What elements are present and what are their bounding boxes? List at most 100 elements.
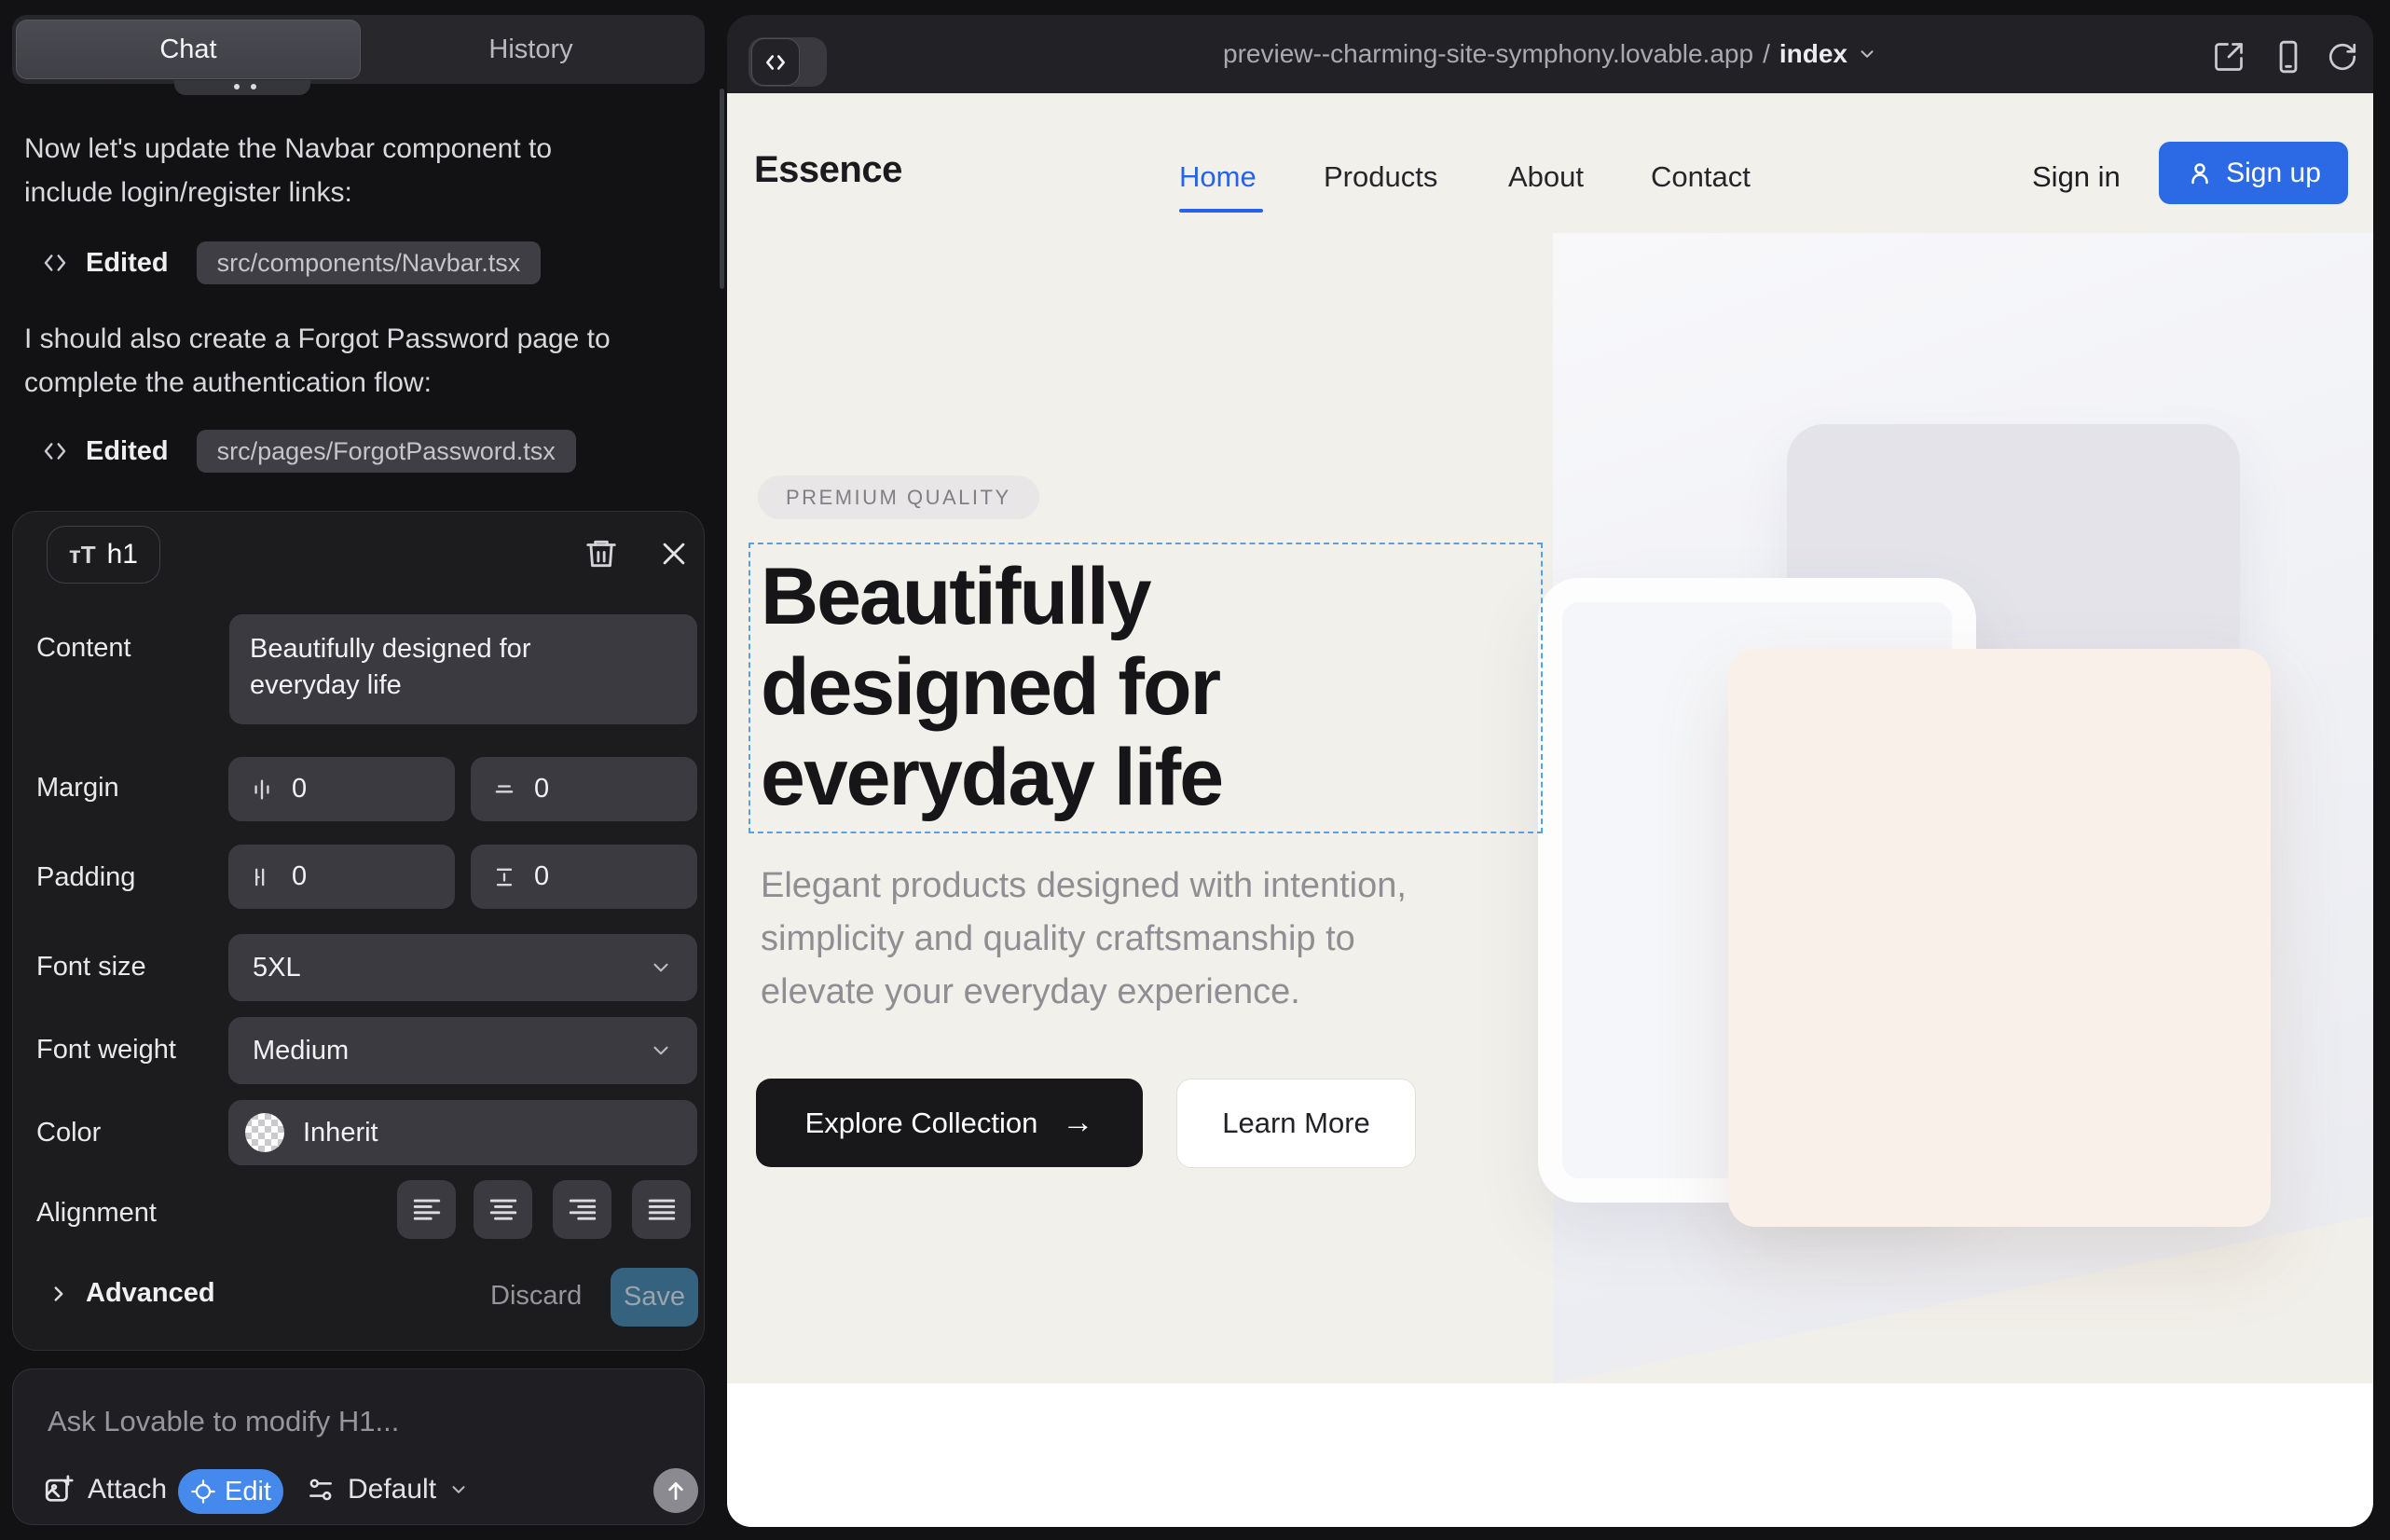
hero-paragraph-line: simplicity and quality craftsmanship to xyxy=(761,913,1407,966)
edited-file-row: Edited src/pages/ForgotPassword.tsx xyxy=(41,429,576,474)
site-viewport: Essence Home Products About Contact Sign… xyxy=(727,93,2373,1527)
chevron-down-icon xyxy=(649,1038,673,1063)
code-preview-toggle[interactable] xyxy=(749,37,827,87)
external-link-icon xyxy=(2212,40,2246,74)
font-weight-value: Medium xyxy=(253,1036,349,1066)
attach-button[interactable]: Attach xyxy=(43,1474,167,1506)
sliders-icon xyxy=(306,1475,336,1505)
site-logo[interactable]: Essence xyxy=(754,149,902,191)
align-right-button[interactable] xyxy=(553,1180,611,1239)
content-line: Beautifully designed for xyxy=(250,631,677,667)
scrolled-chip-partial xyxy=(174,80,310,95)
margin-y-value: 0 xyxy=(534,774,549,804)
tab-chat-label: Chat xyxy=(159,34,216,65)
section-below-hero xyxy=(727,1383,2373,1527)
tab-history-label: History xyxy=(488,34,572,65)
hero-paragraph-line: Elegant products designed with intention… xyxy=(761,859,1407,913)
code-icon xyxy=(41,249,69,277)
color-input[interactable]: Inherit xyxy=(228,1100,697,1165)
delete-element-button[interactable] xyxy=(584,536,619,571)
chevron-down-icon xyxy=(649,956,673,980)
margin-x-value: 0 xyxy=(292,774,307,804)
align-left-icon xyxy=(411,1194,443,1226)
selected-element-pill[interactable]: тT h1 xyxy=(47,526,160,584)
advanced-label: Advanced xyxy=(86,1278,215,1309)
attach-label: Attach xyxy=(88,1474,167,1506)
color-label: Color xyxy=(36,1118,101,1148)
attach-image-icon xyxy=(43,1474,75,1506)
element-editor-panel: тT h1 Content Beautifully designed for e… xyxy=(12,511,705,1351)
discard-button[interactable]: Discard xyxy=(490,1281,582,1312)
tab-chat[interactable]: Chat xyxy=(16,20,361,79)
padding-y-input[interactable]: 0 xyxy=(471,845,697,909)
margin-x-input[interactable]: 0 xyxy=(228,757,455,821)
open-in-new-tab-button[interactable] xyxy=(2212,40,2246,74)
message-line: complete the authentication flow: xyxy=(24,361,611,405)
padding-x-value: 0 xyxy=(292,861,307,892)
tab-history[interactable]: History xyxy=(361,15,701,84)
content-line: everyday life xyxy=(250,667,677,704)
content-label: Content xyxy=(36,633,131,664)
save-button[interactable]: Save xyxy=(611,1268,698,1327)
transparent-swatch-icon xyxy=(245,1113,284,1152)
url-domain[interactable]: preview--charming-site-symphony.lovable.… xyxy=(1223,39,1753,69)
nav-home-active-underline xyxy=(1179,209,1263,213)
refresh-button[interactable] xyxy=(2327,41,2358,73)
file-chip[interactable]: src/components/Navbar.tsx xyxy=(197,241,542,284)
learn-more-button[interactable]: Learn More xyxy=(1176,1079,1416,1168)
align-left-button[interactable] xyxy=(397,1180,456,1239)
prompt-composer[interactable]: Ask Lovable to modify H1... Attach Edit … xyxy=(12,1368,705,1525)
decor-card-cream xyxy=(1728,649,2271,1227)
ellipsis-dot xyxy=(234,84,240,89)
code-toggle-segment[interactable] xyxy=(751,38,800,86)
color-value: Inherit xyxy=(303,1118,378,1148)
nav-link-contact[interactable]: Contact xyxy=(1651,160,1751,194)
align-right-icon xyxy=(567,1194,598,1226)
padding-label: Padding xyxy=(36,862,135,893)
arrow-up-icon xyxy=(664,1478,688,1503)
assistant-message: Now let's update the Navbar component to… xyxy=(24,127,552,214)
type-icon: тT xyxy=(69,541,96,570)
font-weight-label: Font weight xyxy=(36,1035,176,1066)
font-size-value: 5XL xyxy=(253,953,301,983)
nav-link-about[interactable]: About xyxy=(1508,160,1584,194)
close-editor-button[interactable] xyxy=(658,538,690,570)
mobile-view-button[interactable] xyxy=(2271,39,2306,75)
arrow-right-icon: → xyxy=(1062,1105,1093,1141)
edited-file-row: Edited src/components/Navbar.tsx xyxy=(41,241,541,285)
explore-collection-button[interactable]: Explore Collection → xyxy=(756,1079,1143,1167)
chat-scrollbar[interactable] xyxy=(720,89,724,289)
element-selection-outline[interactable] xyxy=(749,543,1543,833)
margin-y-input[interactable]: 0 xyxy=(471,757,697,821)
sign-up-button[interactable]: Sign up xyxy=(2159,142,2348,204)
advanced-toggle[interactable]: Advanced xyxy=(47,1278,215,1309)
alignment-label: Alignment xyxy=(36,1198,157,1229)
trash-icon xyxy=(584,536,619,571)
nav-link-home[interactable]: Home xyxy=(1179,160,1257,194)
font-size-select[interactable]: 5XL xyxy=(228,934,697,1001)
code-icon xyxy=(763,50,788,75)
edited-label: Edited xyxy=(86,248,169,279)
composer-placeholder[interactable]: Ask Lovable to modify H1... xyxy=(48,1405,399,1438)
align-justify-button[interactable] xyxy=(632,1180,691,1239)
chevron-down-icon xyxy=(448,1479,469,1500)
align-center-button[interactable] xyxy=(474,1180,532,1239)
file-chip[interactable]: src/pages/ForgotPassword.tsx xyxy=(197,430,576,473)
chevron-right-icon xyxy=(47,1282,71,1306)
edit-mode-button[interactable]: Edit xyxy=(178,1469,283,1514)
preview-browser-window: preview--charming-site-symphony.lovable.… xyxy=(727,15,2373,1527)
hero-paragraph-line: elevate your everyday experience. xyxy=(761,966,1407,1019)
padding-x-input[interactable]: 0 xyxy=(228,845,455,909)
sign-in-link[interactable]: Sign in xyxy=(2032,160,2121,194)
padding-y-value: 0 xyxy=(534,861,549,892)
ellipsis-dot xyxy=(251,84,256,89)
content-textarea[interactable]: Beautifully designed for everyday life xyxy=(229,614,697,724)
smartphone-icon xyxy=(2271,39,2306,75)
font-weight-select[interactable]: Medium xyxy=(228,1017,697,1084)
font-size-label: Font size xyxy=(36,952,146,983)
url-page[interactable]: index xyxy=(1779,39,1847,69)
send-button[interactable] xyxy=(653,1468,698,1513)
mode-select[interactable]: Default xyxy=(306,1474,469,1506)
nav-link-products[interactable]: Products xyxy=(1324,160,1437,194)
align-justify-icon xyxy=(646,1194,678,1226)
